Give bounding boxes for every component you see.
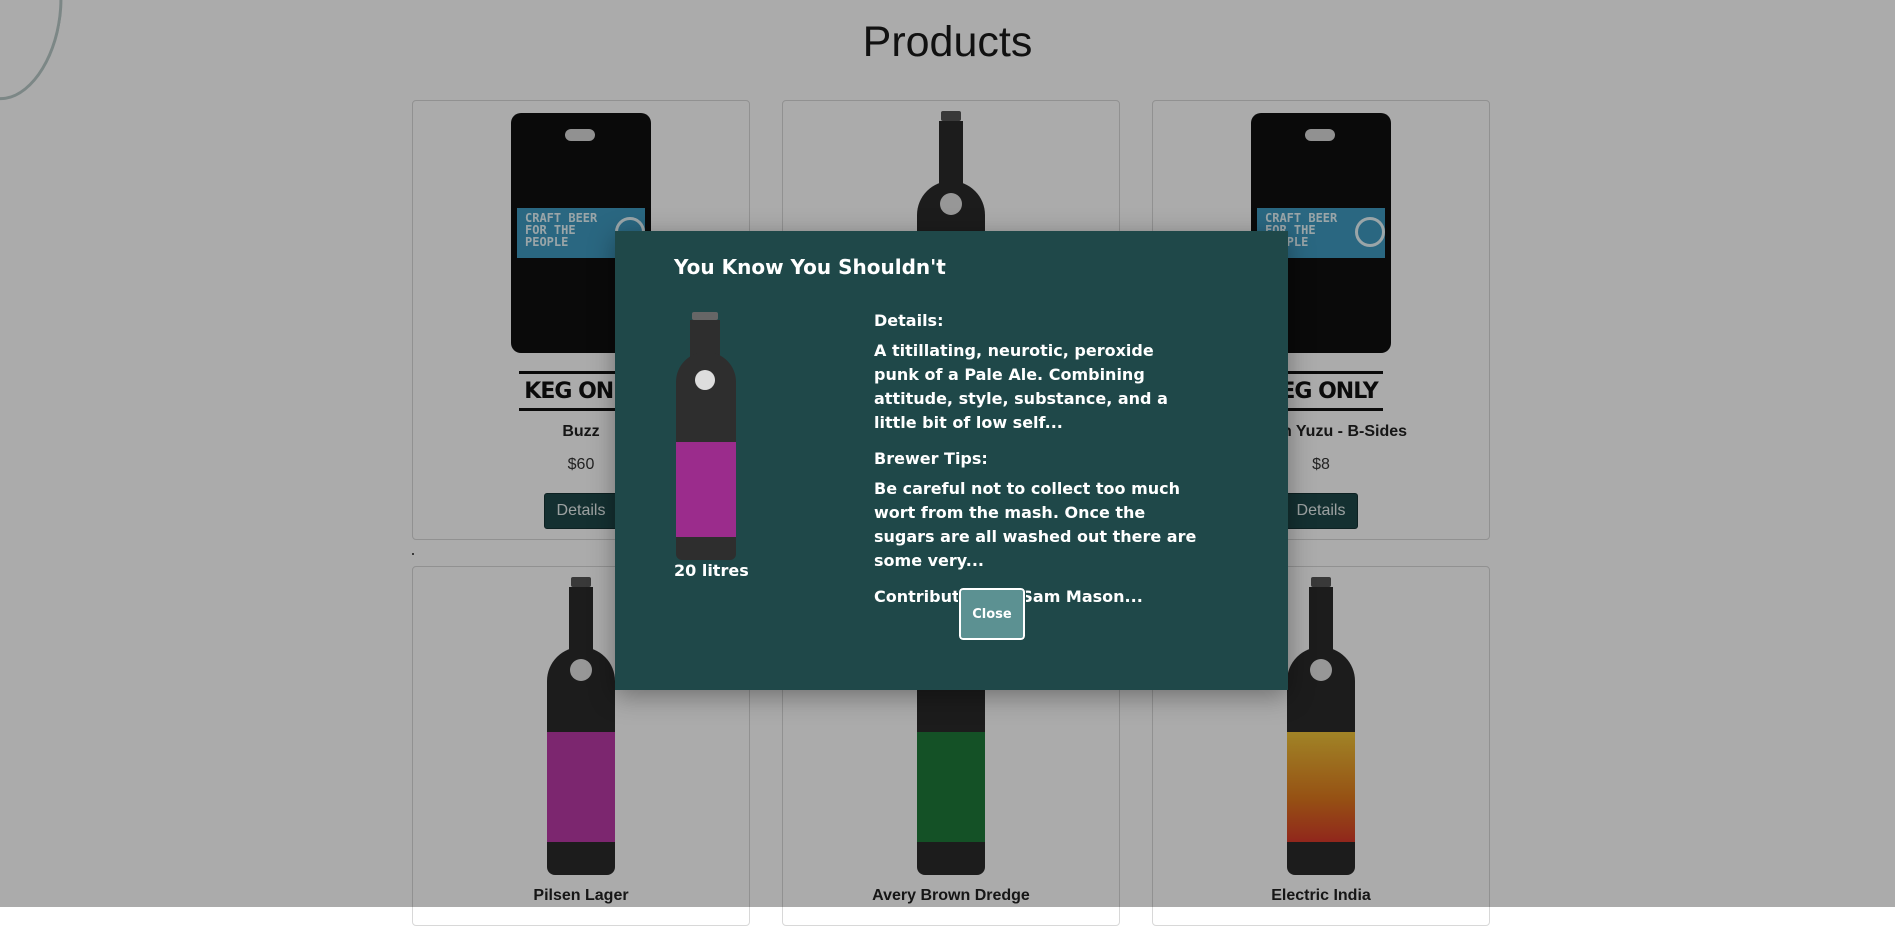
brewer-tips-heading: Brewer Tips: <box>874 449 988 468</box>
close-button[interactable]: Close <box>958 587 1026 641</box>
details-heading: Details: <box>874 311 944 330</box>
modal-bottle-image <box>674 312 738 562</box>
bottle-label <box>676 442 736 537</box>
volume-text: 20 litres <box>674 561 749 580</box>
details-text: A titillating, neurotic, peroxide punk o… <box>874 341 1168 432</box>
product-details-modal: You Know You Shouldn't 20 litres Details… <box>615 231 1288 690</box>
contributor-text: Contributed by: Sam Mason... <box>874 587 1143 606</box>
modal-description: Details: A titillating, neurotic, peroxi… <box>874 311 1204 615</box>
brewer-tips-text: Be careful not to collect too much wort … <box>874 479 1197 570</box>
brewdog-logo-icon <box>695 370 715 390</box>
modal-title: You Know You Shouldn't <box>674 255 946 279</box>
